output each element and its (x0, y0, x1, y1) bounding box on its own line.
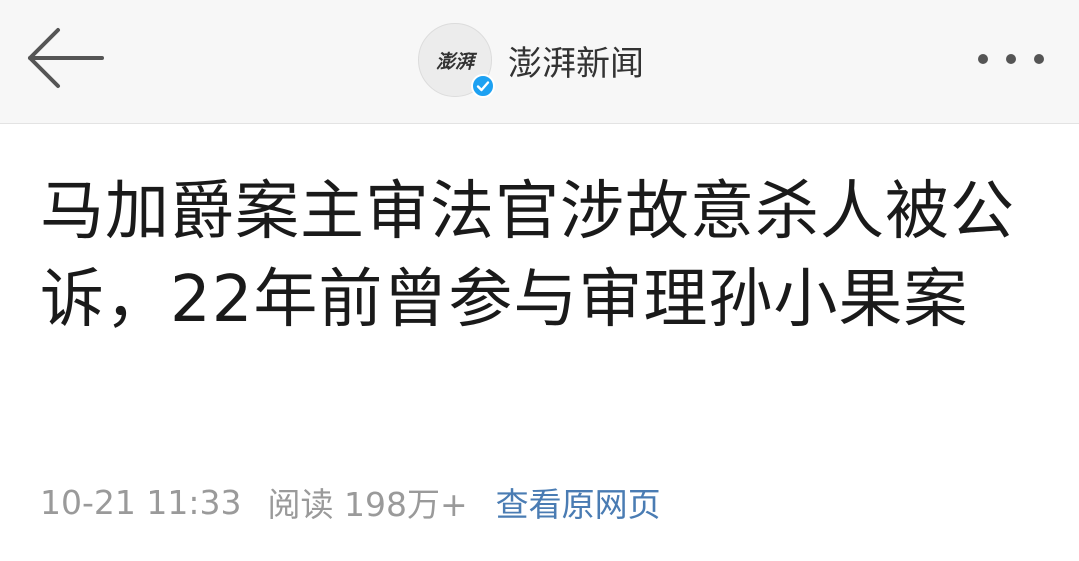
article-meta: 10-21 11:33 阅读 198万+ 查看原网页 (40, 478, 661, 526)
read-count: 阅读 198万+ (267, 485, 468, 524)
back-button[interactable] (26, 26, 106, 90)
avatar[interactable]: 澎湃 (418, 23, 495, 98)
more-options-button[interactable] (973, 44, 1053, 74)
verified-check-icon (471, 74, 495, 98)
top-navigation-bar: 澎湃 澎湃新闻 (0, 0, 1079, 124)
account-name[interactable]: 澎湃新闻 (508, 36, 644, 85)
account-header[interactable]: 澎湃 澎湃新闻 (418, 22, 644, 98)
more-dots-icon (978, 54, 1044, 64)
article-title: 马加爵案主审法官涉故意杀人被公诉，22年前曾参与审理孙小果案 (40, 175, 1015, 337)
arrow-left-icon (28, 28, 104, 88)
publish-time: 10-21 11:33 (40, 482, 242, 522)
view-original-link[interactable]: 查看原网页 (496, 478, 661, 526)
